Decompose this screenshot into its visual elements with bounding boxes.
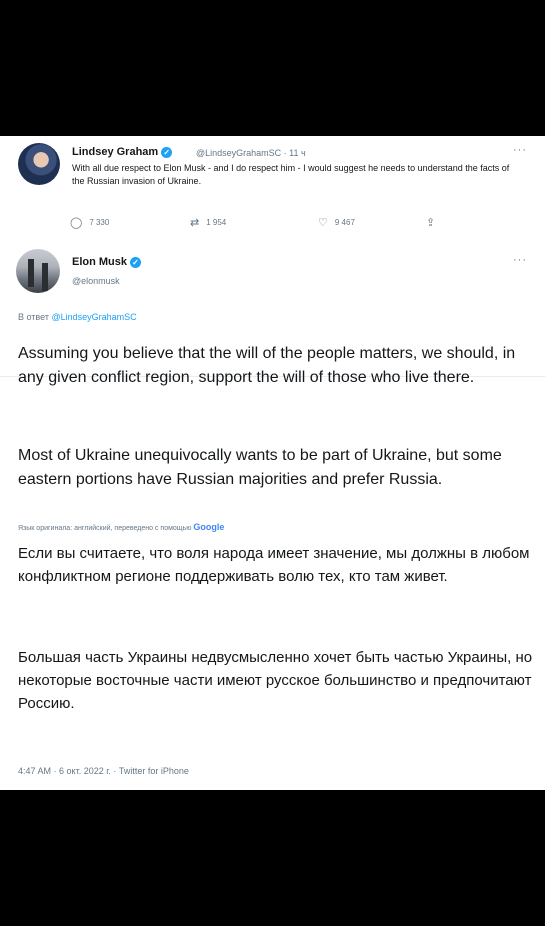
tweet2-author[interactable]: Elon Musk ✓ — [72, 256, 142, 268]
verified-badge-icon: ✓ — [161, 146, 173, 158]
tweet1-author[interactable]: Lindsey Graham ✓ — [72, 146, 173, 158]
more-options-icon[interactable]: ··· — [513, 254, 527, 266]
translated-paragraph-1: Если вы считаете, что воля народа имеет … — [18, 545, 530, 585]
reply-button[interactable]: ◯ 7 330 — [70, 216, 109, 229]
reply-count: 7 330 — [89, 218, 110, 227]
tweet2-handle[interactable]: @elonmusk — [72, 276, 120, 286]
screenshot-card: Lindsey Graham ✓ @LindseyGrahamSC · 11 ч … — [0, 136, 545, 790]
more-options-icon[interactable]: ··· — [513, 144, 527, 156]
like-button[interactable]: ♡ 9 467 — [318, 216, 355, 229]
like-count: 9 467 — [334, 218, 355, 227]
reply-icon: ◯ — [70, 217, 83, 229]
avatar-lindsey-graham[interactable] — [18, 143, 60, 185]
translation-note: Язык оригинала: английский, переведено с… — [18, 522, 224, 532]
tweet1-handle-time[interactable]: @LindseyGrahamSC · 11 ч — [196, 148, 306, 158]
tweet1-author-name[interactable]: Lindsey Graham — [72, 146, 158, 158]
tweet2-author-name[interactable]: Elon Musk — [72, 256, 127, 268]
verified-badge-icon: ✓ — [130, 256, 142, 268]
reply-prefix: В ответ — [18, 312, 52, 322]
reply-context: В ответ @LindseyGrahamSC — [18, 312, 137, 322]
retweet-icon: ⇄ — [190, 217, 200, 229]
avatar-elon-musk[interactable] — [16, 249, 60, 293]
translation-note-text: Язык оригинала: английский, переведено с… — [18, 525, 192, 532]
reply-handle-link[interactable]: @LindseyGrahamSC — [51, 312, 136, 322]
retweet-button[interactable]: ⇄ 1 954 — [190, 216, 226, 229]
tweet-timestamp[interactable]: 4:47 AM · 6 окт. 2022 г. · Twitter for i… — [18, 766, 189, 776]
google-translate-link[interactable]: Google — [193, 522, 224, 532]
tweet2-paragraph-2: Most of Ukraine unequivocally wants to b… — [18, 447, 502, 488]
tweet1-text: With all due respect to Elon Musk - and … — [72, 163, 510, 186]
translated-paragraph-2: Большая часть Украины недвусмысленно хоч… — [18, 649, 533, 712]
share-icon: ⇪ — [426, 217, 436, 229]
retweet-count: 1 954 — [206, 218, 227, 227]
heart-icon: ♡ — [318, 217, 328, 229]
tweet1-actions: ◯ 7 330 ⇄ 1 954 ♡ 9 467 ⇪ — [70, 216, 470, 232]
tweet2-paragraph-1: Assuming you believe that the will of th… — [18, 345, 516, 386]
share-button[interactable]: ⇪ — [426, 216, 435, 229]
